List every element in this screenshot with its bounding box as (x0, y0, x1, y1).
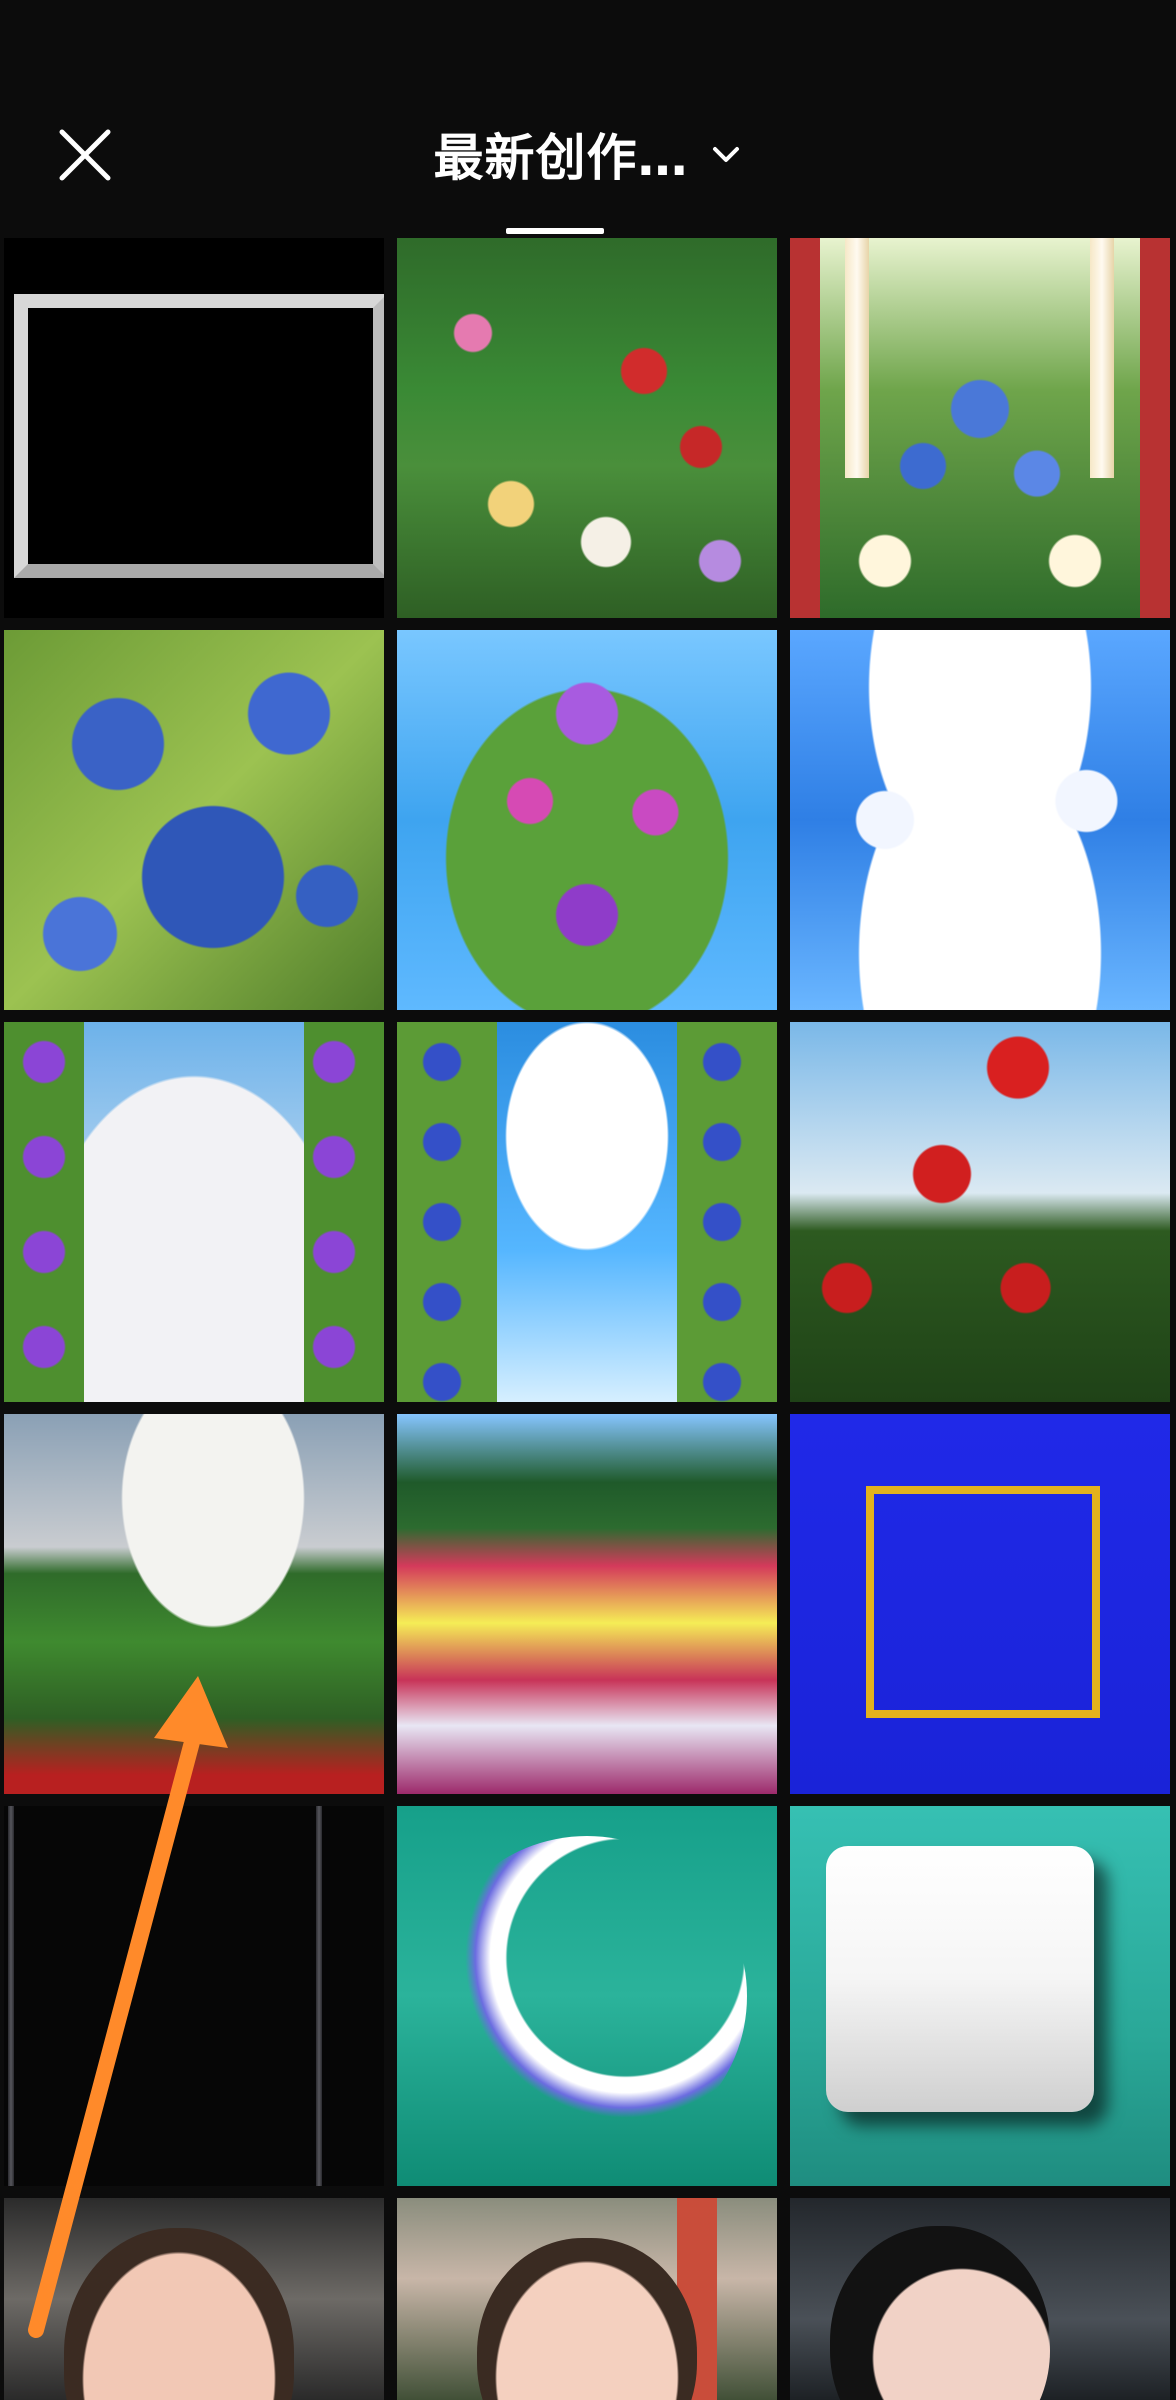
media-grid (0, 238, 1176, 2400)
portrait-3-thumbnail[interactable] (790, 2198, 1170, 2400)
blue-crescent-thumbnail[interactable] (397, 1806, 777, 2186)
black-phone-thumbnail[interactable] (4, 1806, 384, 2186)
top-bar: 最新创作… (0, 0, 1176, 236)
portrait-2-thumbnail[interactable] (397, 2198, 777, 2400)
flower-tree-sky-thumbnail[interactable] (397, 630, 777, 1010)
white-card-thumbnail[interactable] (790, 1806, 1170, 2186)
chevron-down-icon (712, 147, 739, 162)
selected-tab-indicator (506, 228, 604, 234)
blue-gold-frame-thumbnail[interactable] (790, 1414, 1170, 1794)
white-roses-sky-thumbnail[interactable] (790, 630, 1170, 1010)
blue-roses-thumbnail[interactable] (4, 630, 384, 1010)
black-frame-thumbnail[interactable] (4, 238, 384, 618)
blue-flower-pillars-thumbnail[interactable] (397, 1022, 777, 1402)
portrait-1-thumbnail[interactable] (4, 2198, 384, 2400)
album-selector[interactable]: 最新创作… (434, 118, 743, 190)
rose-garden-thumbnail[interactable] (397, 238, 777, 618)
purple-flowers-clouds-thumbnail[interactable] (4, 1022, 384, 1402)
cloudy-field-thumbnail[interactable] (4, 1414, 384, 1794)
blue-rose-gazebo-thumbnail[interactable] (790, 238, 1170, 618)
red-roses-sky-thumbnail[interactable] (790, 1022, 1170, 1402)
colorful-meadow-thumbnail[interactable] (397, 1414, 777, 1794)
album-title: 最新创作… (433, 129, 689, 187)
